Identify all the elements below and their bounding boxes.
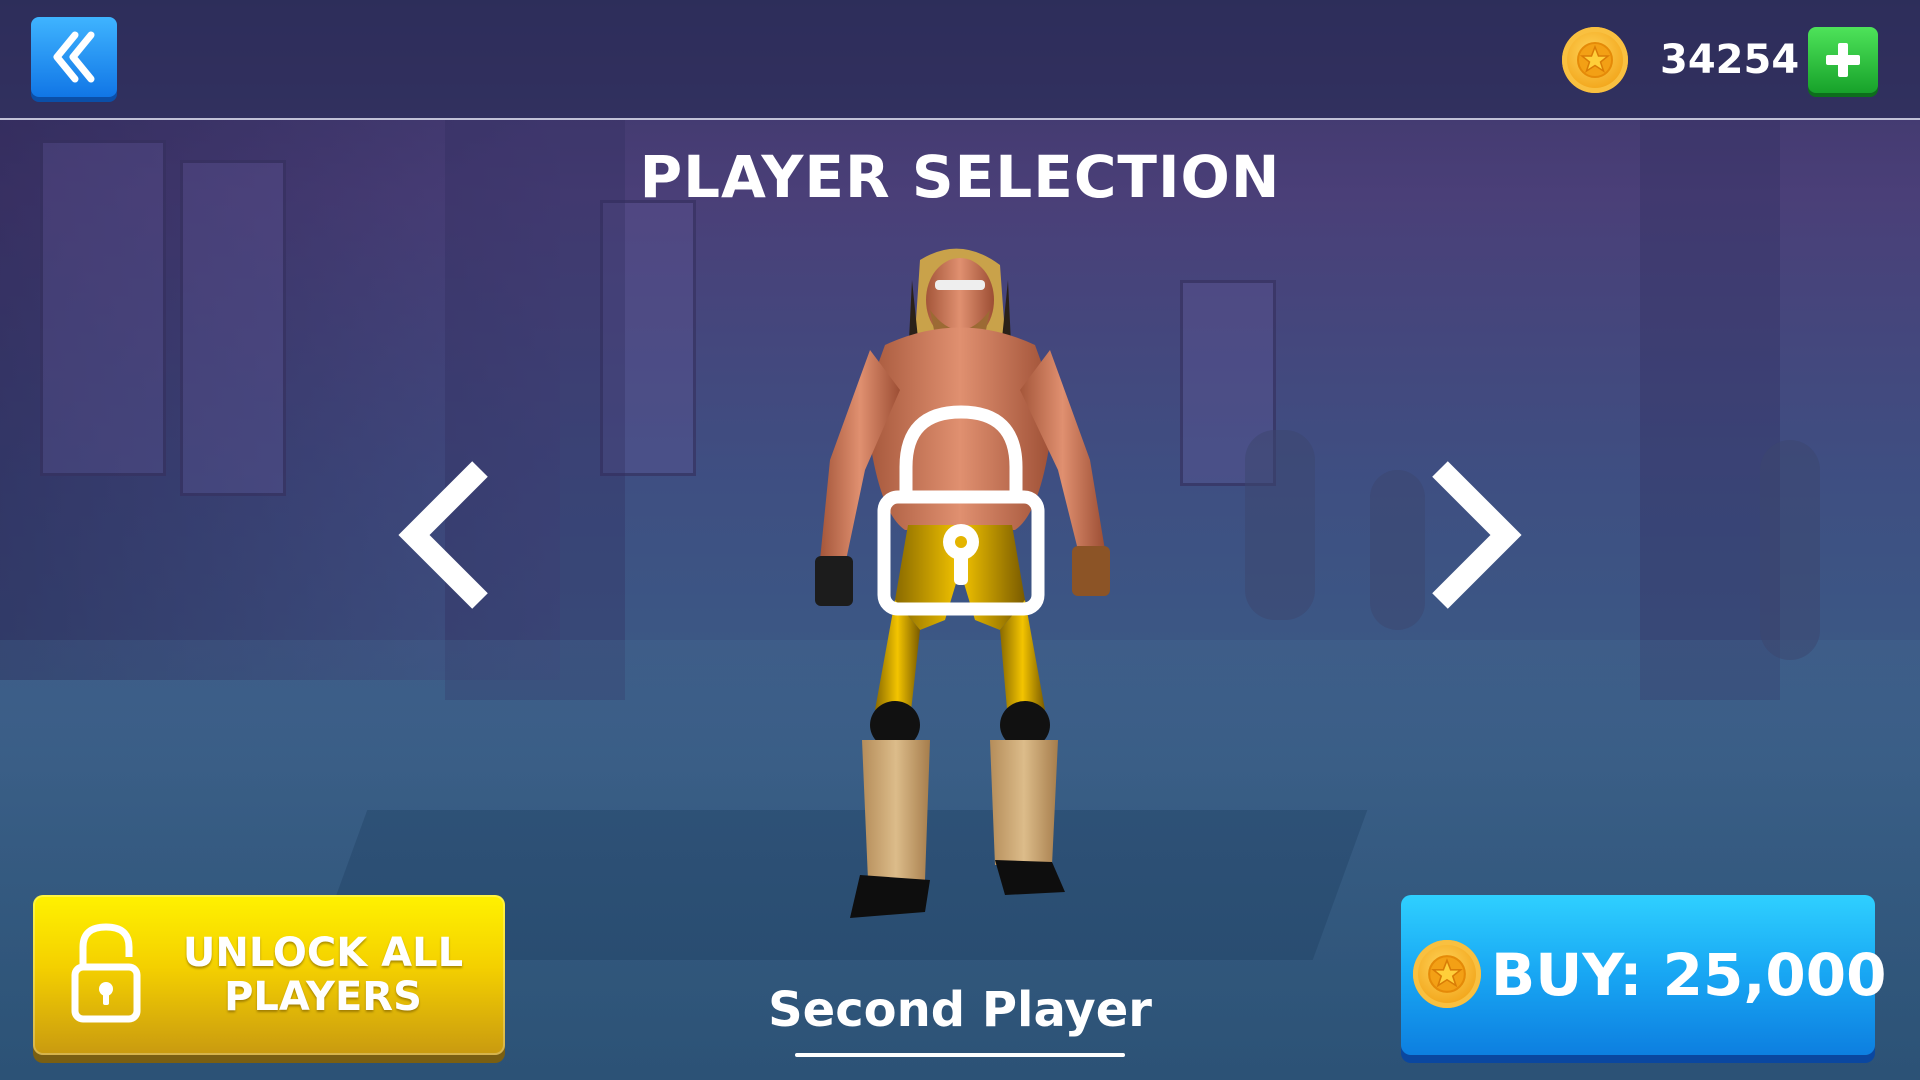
chevron-right-icon[interactable]: [1418, 455, 1528, 615]
selected-player-name: Second Player: [768, 982, 1152, 1038]
coin-balance: 34254: [1660, 37, 1800, 83]
player-name-underline: [795, 1053, 1125, 1057]
chevron-left-icon[interactable]: [392, 455, 502, 615]
top-bar: [0, 0, 1920, 120]
padlock-icon: [877, 405, 1045, 616]
unlock-all-players-label: UNLOCK ALL PLAYERS: [182, 930, 464, 1020]
unlock-all-players-button[interactable]: UNLOCK ALL PLAYERS: [33, 895, 505, 1055]
page-title: PLAYER SELECTION: [639, 143, 1281, 211]
coin-icon: [1562, 27, 1628, 93]
plus-icon: [1826, 43, 1860, 77]
buy-price-label: BUY: 25,000: [1491, 941, 1887, 1009]
add-coins-button[interactable]: [1808, 27, 1878, 93]
back-double-chevron-icon: [53, 31, 95, 83]
coin-icon: [1413, 940, 1481, 1008]
buy-player-button[interactable]: BUY: 25,000: [1401, 895, 1887, 1055]
unlock-padlock-icon: [71, 923, 141, 1023]
back-button[interactable]: [31, 17, 117, 97]
